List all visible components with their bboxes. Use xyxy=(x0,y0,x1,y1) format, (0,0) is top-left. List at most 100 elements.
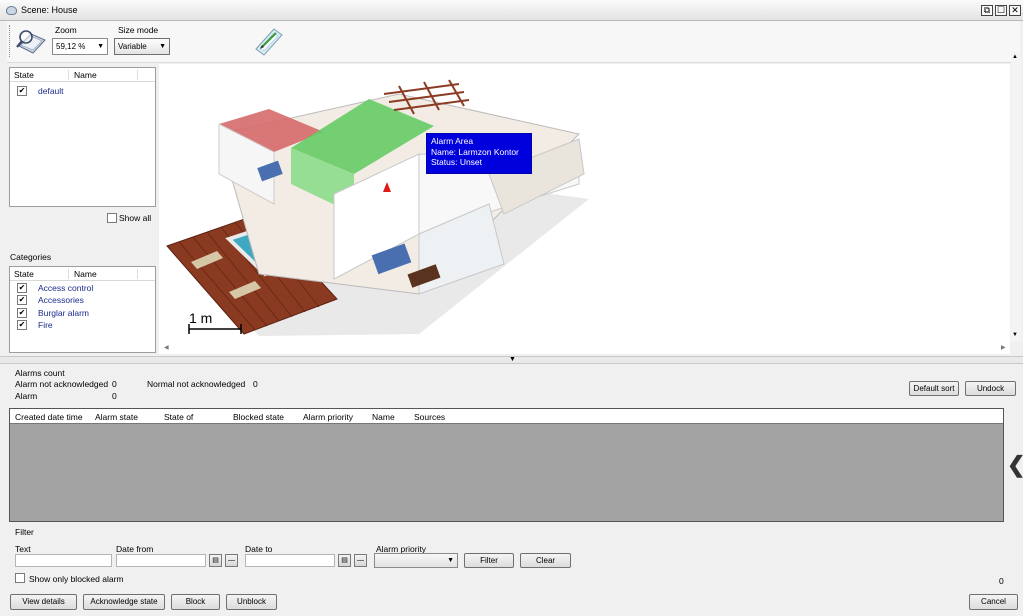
categories-list-header: State Name xyxy=(10,267,155,281)
category-accessories-checkbox[interactable]: ✔ xyxy=(17,295,27,305)
states-list-header: State Name xyxy=(10,68,155,82)
category-fire-label[interactable]: Fire xyxy=(38,320,53,330)
categories-list: State Name ✔ Access control ✔ Accessorie… xyxy=(9,266,156,353)
show-all-checkbox[interactable] xyxy=(107,213,117,223)
scene-canvas[interactable]: 1 m xyxy=(159,64,1010,354)
restore-window-icon[interactable]: ⧉ xyxy=(981,5,993,16)
text-filter-input[interactable] xyxy=(15,554,112,567)
scroll-up-icon[interactable]: ▲ xyxy=(1012,54,1018,60)
zoom-tool-icon[interactable] xyxy=(15,26,49,56)
clear-date-icon[interactable]: — xyxy=(354,554,367,567)
header-divider xyxy=(137,70,138,80)
cancel-button[interactable]: Cancel xyxy=(969,594,1018,610)
chevron-down-icon: ▼ xyxy=(159,43,166,50)
edit-scene-icon[interactable] xyxy=(252,25,286,57)
col-alarm-state[interactable]: Alarm state xyxy=(95,412,138,422)
categories-title: Categories xyxy=(10,252,52,262)
alarm-not-ack-label: Alarm not acknowledged xyxy=(15,379,109,389)
scroll-left-icon[interactable]: ◀ xyxy=(164,344,169,351)
show-all-label: Show all xyxy=(119,213,152,223)
toolbar-grip[interactable] xyxy=(9,25,11,57)
scene-toolbar: Zoom 59,12 % ▼ Size mode Variable ▼ xyxy=(7,21,1020,63)
col-name: Name xyxy=(74,269,97,279)
scroll-down-icon[interactable]: ▼ xyxy=(1012,332,1018,338)
alarms-table[interactable]: Created date time Alarm state State of B… xyxy=(9,408,1004,522)
tooltip-line-status: Status: Unset xyxy=(431,157,483,167)
filter-button[interactable]: Filter xyxy=(464,553,514,568)
header-divider xyxy=(137,269,138,279)
normal-not-ack-label: Normal not acknowledged xyxy=(147,379,246,389)
text-filter-label: Text xyxy=(15,544,31,554)
date-from-input[interactable] xyxy=(116,554,206,567)
col-blocked-state[interactable]: Blocked state xyxy=(233,412,284,422)
category-burglar-alarm-label[interactable]: Burglar alarm xyxy=(38,308,89,318)
header-divider xyxy=(68,269,69,279)
alarm-priority-select[interactable]: ▼ xyxy=(374,553,458,568)
header-divider xyxy=(68,70,69,80)
scene-window-icon xyxy=(6,6,17,15)
close-window-icon[interactable]: ✕ xyxy=(1009,5,1021,16)
chevron-down-icon: ▼ xyxy=(447,557,454,564)
house-floorplan-image xyxy=(166,79,589,336)
collapse-arrow-icon[interactable]: ▼ xyxy=(509,356,516,363)
alarm-not-ack-value: 0 xyxy=(112,379,117,389)
date-from-label: Date from xyxy=(116,544,154,554)
category-burglar-alarm-checkbox[interactable]: ✔ xyxy=(17,308,27,318)
col-state-of[interactable]: State of xyxy=(164,412,193,422)
col-sources[interactable]: Sources xyxy=(414,412,445,422)
normal-not-ack-value: 0 xyxy=(253,379,258,389)
col-name: Name xyxy=(74,70,97,80)
size-mode-value: Variable xyxy=(118,42,147,51)
title-bar: Scene: House ⧉ ☐ ✕ xyxy=(0,0,1023,21)
col-state: State xyxy=(14,70,34,80)
state-default-label[interactable]: default xyxy=(38,86,64,96)
acknowledge-state-button[interactable]: Acknowledge state xyxy=(83,594,165,610)
clear-date-icon[interactable]: — xyxy=(225,554,238,567)
scene-horizontal-scrollbar[interactable]: ◀ ▶ xyxy=(159,343,1010,354)
category-access-control-checkbox[interactable]: ✔ xyxy=(17,283,27,293)
tooltip-line-name: Name: Larmzon Kontor xyxy=(431,146,519,157)
block-button[interactable]: Block xyxy=(171,594,220,610)
expand-side-panel-icon[interactable]: ❮ xyxy=(1007,452,1023,478)
filtered-count: 0 xyxy=(999,576,1004,586)
window-title: Scene: House xyxy=(21,5,78,15)
size-mode-label: Size mode xyxy=(118,25,159,35)
zoom-label: Zoom xyxy=(55,25,77,35)
category-fire-checkbox[interactable]: ✔ xyxy=(17,320,27,330)
category-access-control-label[interactable]: Access control xyxy=(38,283,93,293)
chevron-down-icon: ▼ xyxy=(97,43,104,50)
alarm-label: Alarm xyxy=(15,391,38,401)
filter-title: Filter xyxy=(15,527,34,537)
alarms-count-title: Alarms count xyxy=(15,368,65,378)
scale-label: 1 m xyxy=(189,310,213,326)
scroll-right-icon[interactable]: ▶ xyxy=(1001,344,1006,351)
maximize-window-icon[interactable]: ☐ xyxy=(995,5,1007,16)
category-accessories-label[interactable]: Accessories xyxy=(38,295,84,305)
calendar-icon[interactable]: ▤ xyxy=(338,554,351,567)
date-to-input[interactable] xyxy=(245,554,335,567)
show-only-blocked-checkbox[interactable] xyxy=(15,573,25,583)
view-details-button[interactable]: View details xyxy=(10,594,77,610)
alarm-area-tooltip: Alarm Area Name: Larmzon Kontor Status: … xyxy=(426,133,532,174)
col-state: State xyxy=(14,269,34,279)
states-list: State Name ✔ default xyxy=(9,67,156,207)
default-sort-button[interactable]: Default sort xyxy=(909,381,959,396)
scene-vertical-scrollbar[interactable]: ▲ ▼ xyxy=(1011,52,1021,342)
alarm-value: 0 xyxy=(112,391,117,401)
tooltip-line-type: Alarm Area xyxy=(431,136,474,146)
date-to-label: Date to xyxy=(245,544,273,554)
clear-button[interactable]: Clear xyxy=(520,553,571,568)
size-mode-combo[interactable]: Variable ▼ xyxy=(114,38,170,55)
panel-splitter[interactable]: ▼ xyxy=(0,356,1023,364)
alarms-table-header: Created date time Alarm state State of B… xyxy=(10,409,1003,424)
show-only-blocked-label: Show only blocked alarm xyxy=(29,574,124,584)
col-created-date-time[interactable]: Created date time xyxy=(15,412,83,422)
state-default-checkbox[interactable]: ✔ xyxy=(17,86,27,96)
zoom-value: 59,12 % xyxy=(56,42,86,51)
col-alarm-priority[interactable]: Alarm priority xyxy=(303,412,353,422)
col-name[interactable]: Name xyxy=(372,412,395,422)
undock-button[interactable]: Undock xyxy=(965,381,1016,396)
zoom-combo[interactable]: 59,12 % ▼ xyxy=(52,38,108,55)
unblock-button[interactable]: Unblock xyxy=(226,594,277,610)
calendar-icon[interactable]: ▤ xyxy=(209,554,222,567)
